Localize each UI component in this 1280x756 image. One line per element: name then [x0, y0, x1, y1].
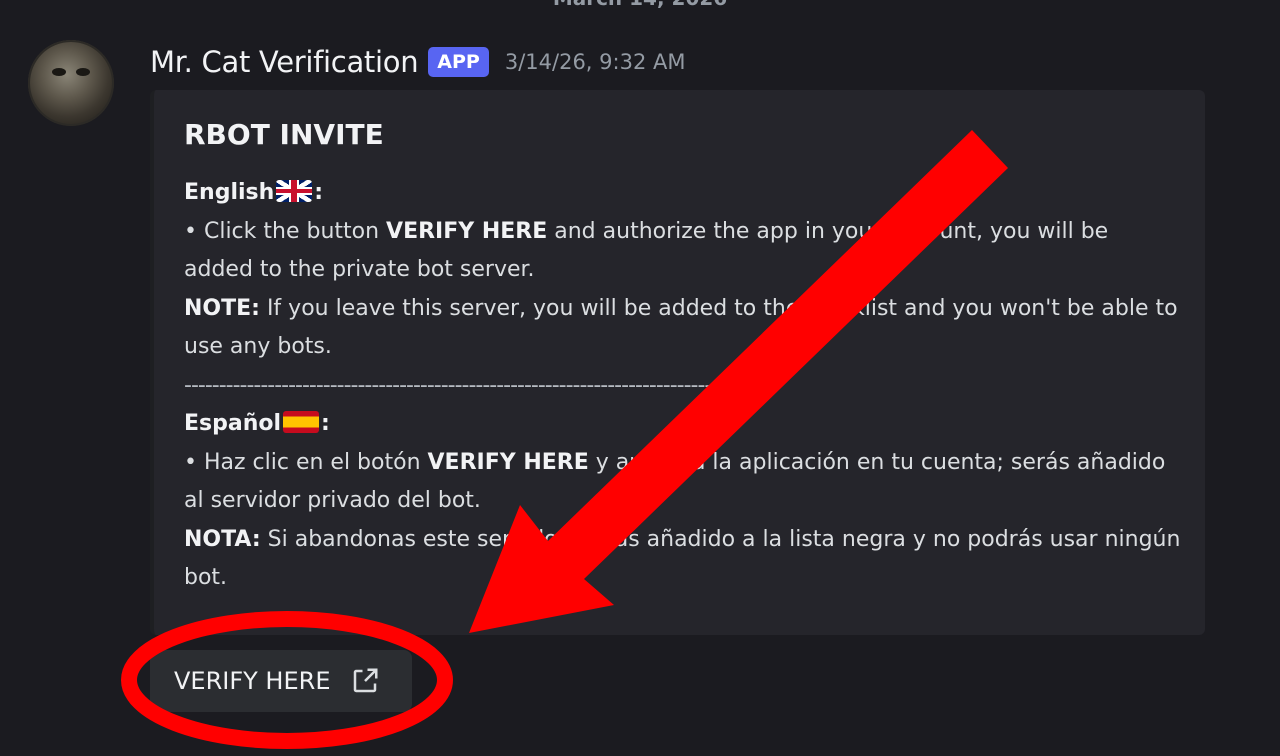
spain-flag-icon [283, 411, 320, 433]
verify-here-button[interactable]: VERIFY HERE [150, 650, 412, 712]
english-instruction: • Click the button VERIFY HERE and autho… [184, 218, 1109, 283]
author-name[interactable]: Mr. Cat Verification [150, 45, 419, 79]
app-badge: APP [428, 47, 489, 77]
date-divider: March 14, 2026 [0, 0, 1280, 10]
embed-title: RBOT INVITE [184, 118, 384, 151]
spanish-instruction: • Haz clic en el botón VERIFY HERE y aut… [184, 449, 1166, 514]
avatar[interactable] [28, 40, 114, 126]
verify-button-label: VERIFY HERE [174, 667, 331, 695]
spanish-heading: Español: [184, 411, 330, 436]
uk-flag-icon [276, 180, 313, 202]
message-header: Mr. Cat Verification APP 3/14/26, 9:32 A… [150, 40, 685, 84]
english-note: NOTE: If you leave this server, you will… [184, 295, 1178, 360]
spanish-note: NOTA: Si abandonas este servidor, serás … [184, 526, 1181, 591]
separator: ----------------------------------------… [184, 372, 740, 398]
message-timestamp[interactable]: 3/14/26, 9:32 AM [505, 50, 686, 74]
embed-card: RBOT INVITE English: • Click the button … [150, 90, 1205, 635]
english-heading: English: [184, 180, 324, 205]
embed-description: English: • Click the button VERIFY HERE … [184, 174, 1184, 598]
external-link-icon [354, 668, 378, 693]
